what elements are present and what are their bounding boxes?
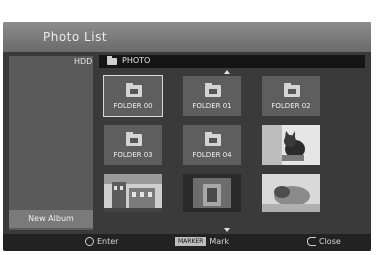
new-album-button[interactable]: New Album <box>9 210 93 228</box>
folder-item[interactable]: FOLDER 02 <box>262 76 320 116</box>
folder-icon <box>126 132 142 146</box>
folder-item[interactable]: FOLDER 03 <box>104 125 162 165</box>
photo-list-screen: Photo List HDD New Album PHOTO FOLDER 00… <box>0 0 377 255</box>
folder-label: FOLDER 01 <box>192 102 232 110</box>
photo-thumbnail[interactable] <box>262 174 320 212</box>
folder-icon <box>107 56 117 65</box>
source-label: HDD <box>74 57 93 66</box>
cat-photo-icon <box>262 125 320 165</box>
photo-list-window: Photo List HDD New Album PHOTO FOLDER 00… <box>3 22 371 251</box>
building-photo-icon <box>104 174 162 212</box>
scroll-up-icon[interactable] <box>224 70 230 74</box>
photo-thumbnail[interactable] <box>183 174 241 212</box>
folder-label: FOLDER 02 <box>271 102 311 110</box>
path-text: PHOTO <box>122 56 151 65</box>
marker-key: MARKER <box>175 237 207 246</box>
folder-item[interactable]: FOLDER 01 <box>183 76 241 116</box>
close-hint: Close <box>307 237 341 246</box>
scroll-down-icon[interactable] <box>224 228 230 232</box>
close-label: Close <box>319 237 341 246</box>
mark-label: Mark <box>209 237 230 246</box>
title-bar: Photo List <box>3 22 371 52</box>
folder-icon <box>126 83 142 97</box>
folder-icon <box>205 132 221 146</box>
enter-icon <box>85 237 94 246</box>
folder-icon <box>284 83 300 97</box>
hint-bar: Enter MARKER Mark Close <box>3 234 371 251</box>
interior-photo-icon <box>183 174 241 212</box>
return-icon <box>307 237 316 246</box>
mark-hint: MARKER Mark <box>175 237 229 246</box>
folder-label: FOLDER 03 <box>113 151 153 159</box>
sidebar <box>9 56 93 230</box>
animal-photo-icon <box>262 174 320 212</box>
folder-label: FOLDER 00 <box>113 102 153 110</box>
photo-thumbnail[interactable] <box>262 125 320 165</box>
photo-thumbnail[interactable] <box>104 174 162 212</box>
window-title: Photo List <box>43 30 108 44</box>
enter-label: Enter <box>97 237 119 246</box>
path-bar: PHOTO <box>99 55 365 68</box>
folder-icon <box>205 83 221 97</box>
folder-label: FOLDER 04 <box>192 151 232 159</box>
folder-item[interactable]: FOLDER 00 <box>103 75 163 117</box>
enter-hint: Enter <box>85 237 118 246</box>
folder-item[interactable]: FOLDER 04 <box>183 125 241 165</box>
